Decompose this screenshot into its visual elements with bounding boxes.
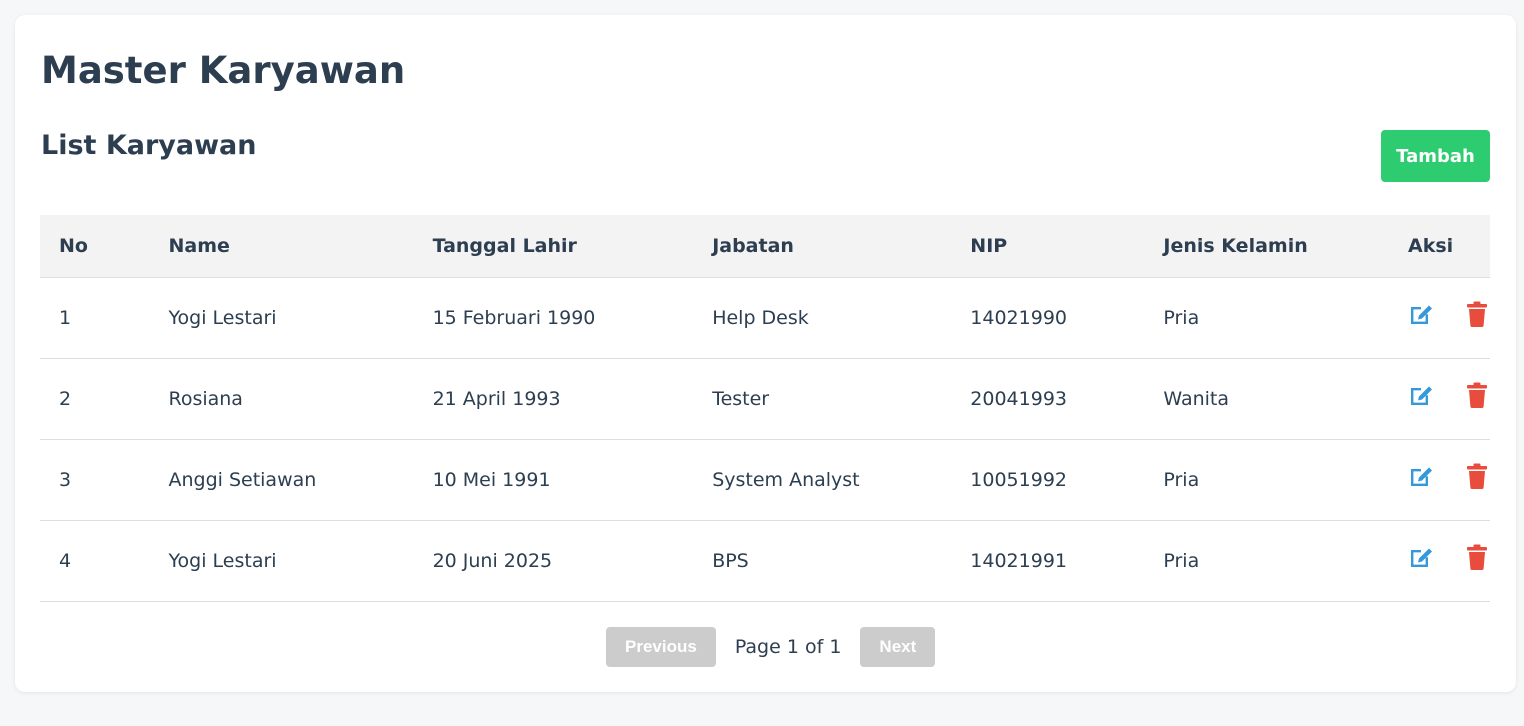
- edit-icon[interactable]: [1408, 544, 1434, 570]
- cell-actions: [1389, 358, 1490, 440]
- previous-button[interactable]: Previous: [606, 627, 716, 667]
- column-header-birthdate: Tanggal Lahir: [413, 215, 694, 278]
- cell-no: 4: [40, 520, 150, 602]
- cell-position: Help Desk: [693, 277, 952, 359]
- cell-nip: 14021990: [951, 277, 1145, 359]
- cell-birthdate: 20 Juni 2025: [413, 520, 694, 602]
- cell-gender: Pria: [1144, 439, 1389, 521]
- cell-nip: 20041993: [951, 358, 1145, 440]
- cell-position: System Analyst: [693, 439, 952, 521]
- cell-actions: [1389, 277, 1490, 359]
- cell-name: Yogi Lestari: [149, 277, 414, 359]
- row-actions: [1408, 463, 1490, 489]
- cell-no: 1: [40, 277, 150, 359]
- cell-gender: Pria: [1144, 520, 1389, 602]
- next-button[interactable]: Next: [860, 627, 936, 667]
- cell-birthdate: 15 Februari 1990: [413, 277, 694, 359]
- column-header-position: Jabatan: [693, 215, 952, 278]
- cell-name: Yogi Lestari: [149, 520, 414, 602]
- cell-name: Anggi Setiawan: [149, 439, 414, 521]
- row-actions: [1408, 301, 1490, 327]
- column-header-nip: NIP: [951, 215, 1145, 278]
- column-header-name: Name: [149, 215, 414, 278]
- cell-position: Tester: [693, 358, 952, 440]
- row-actions: [1408, 382, 1490, 408]
- cell-actions: [1389, 520, 1490, 602]
- row-actions: [1408, 544, 1490, 570]
- cell-name: Rosiana: [149, 358, 414, 440]
- pagination: Previous Page 1 of 1 Next: [606, 627, 936, 667]
- cell-gender: Wanita: [1144, 358, 1389, 440]
- column-header-no: No: [40, 215, 150, 278]
- section-title: List Karyawan: [41, 130, 257, 161]
- trash-icon[interactable]: [1464, 463, 1490, 489]
- trash-icon[interactable]: [1464, 301, 1490, 327]
- table-row: 3 Anggi Setiawan 10 Mei 1991 System Anal…: [40, 439, 1490, 521]
- trash-icon[interactable]: [1464, 544, 1490, 570]
- cell-actions: [1389, 439, 1490, 521]
- edit-icon[interactable]: [1408, 463, 1434, 489]
- edit-icon[interactable]: [1408, 301, 1434, 327]
- table-body: 1 Yogi Lestari 15 Februari 1990 Help Des…: [40, 277, 1490, 602]
- page-info: Page 1 of 1: [734, 636, 842, 658]
- cell-no: 3: [40, 439, 150, 521]
- table-row: 2 Rosiana 21 April 1993 Tester 20041993 …: [40, 358, 1490, 440]
- cell-nip: 10051992: [951, 439, 1145, 521]
- add-button[interactable]: Tambah: [1381, 130, 1490, 182]
- page-title: Master Karyawan: [41, 49, 406, 92]
- cell-nip: 14021991: [951, 520, 1145, 602]
- table-row: 4 Yogi Lestari 20 Juni 2025 BPS 14021991…: [40, 520, 1490, 602]
- cell-birthdate: 10 Mei 1991: [413, 439, 694, 521]
- cell-birthdate: 21 April 1993: [413, 358, 694, 440]
- employee-table: No Name Tanggal Lahir Jabatan NIP Jenis …: [40, 215, 1490, 602]
- table-row: 1 Yogi Lestari 15 Februari 1990 Help Des…: [40, 277, 1490, 359]
- trash-icon[interactable]: [1464, 382, 1490, 408]
- main-card: Master Karyawan List Karyawan Tambah No …: [15, 15, 1516, 692]
- table-header-row: No Name Tanggal Lahir Jabatan NIP Jenis …: [40, 215, 1490, 278]
- cell-position: BPS: [693, 520, 952, 602]
- column-header-actions: Aksi: [1389, 215, 1490, 278]
- column-header-gender: Jenis Kelamin: [1144, 215, 1389, 278]
- cell-gender: Pria: [1144, 277, 1389, 359]
- cell-no: 2: [40, 358, 150, 440]
- edit-icon[interactable]: [1408, 382, 1434, 408]
